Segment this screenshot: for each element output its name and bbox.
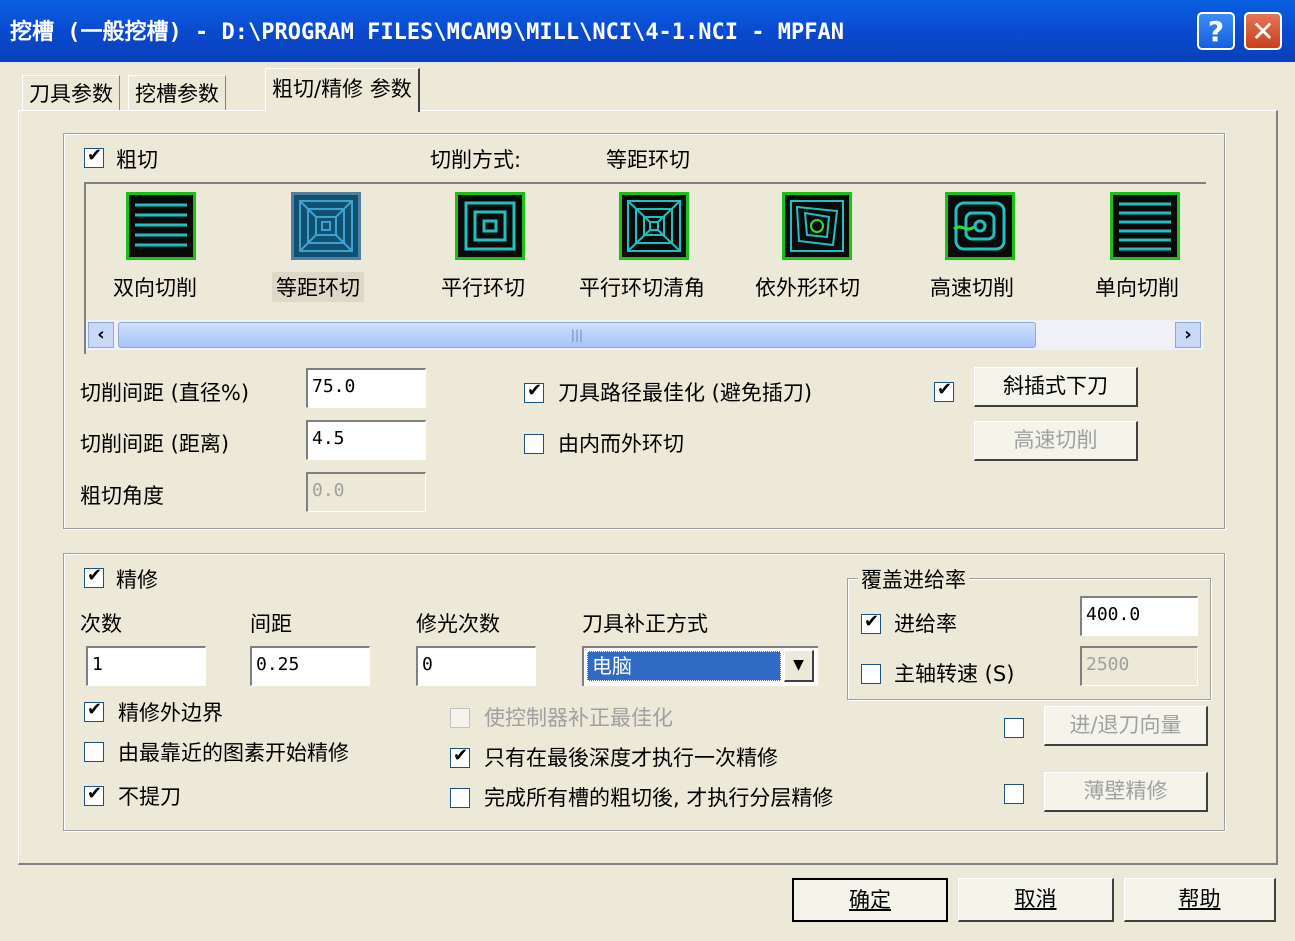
- method-label-parallel-spiral[interactable]: 平行环切: [441, 272, 525, 302]
- rough-checkbox[interactable]: [84, 145, 104, 168]
- scroll-left-arrow-icon[interactable]: ‹: [88, 322, 114, 348]
- zigzag-icon[interactable]: [126, 192, 196, 260]
- spindle-speed-checkbox[interactable]: [861, 664, 881, 684]
- tab-rough-finish-params[interactable]: 粗切/精修 参数: [265, 68, 420, 112]
- lead-in-out-checkbox[interactable]: [1004, 718, 1024, 738]
- lead-in-out-button: 进/退刀向量: [1044, 706, 1208, 746]
- stepover-pct-label: 切削间距 (直径%): [80, 381, 250, 405]
- finish-passes-input[interactable]: 1: [86, 646, 206, 686]
- optimize-toolpath-checkbox[interactable]: [524, 380, 544, 403]
- spindle-speed-label: 主轴转速 (S): [894, 662, 1015, 686]
- start-nearest-entity-checkbox[interactable]: [84, 742, 104, 762]
- helix-entry-checkbox[interactable]: [934, 379, 954, 402]
- spindle-speed-input: 2500: [1080, 646, 1198, 686]
- feed-rate-input[interactable]: 400.0: [1080, 596, 1198, 636]
- scroll-thumb[interactable]: |||: [118, 322, 1036, 348]
- inside-out-label: 由内而外环切: [558, 432, 684, 456]
- stepover-pct-input[interactable]: 75.0: [306, 368, 426, 408]
- cut-method-label: 切削方式:: [430, 148, 522, 172]
- close-button[interactable]: ✕: [1244, 12, 1282, 50]
- finish-outer-boundary-label: 精修外边界: [118, 701, 223, 725]
- high-speed-button: 高速切削: [974, 421, 1138, 461]
- optimize-controller-comp-label: 使控制器补正最佳化: [484, 706, 673, 730]
- constant-overlap-spiral-icon[interactable]: [291, 192, 361, 260]
- finish-after-rough-label: 完成所有槽的粗切後, 才执行分层精修: [484, 786, 834, 810]
- tab-pocket-params[interactable]: 挖槽参数: [128, 75, 226, 111]
- method-label-parallel-clean[interactable]: 平行环切清角: [579, 272, 705, 302]
- ok-button[interactable]: 确定: [792, 878, 948, 922]
- scroll-right-arrow-icon[interactable]: ›: [1175, 322, 1201, 348]
- morph-spiral-icon[interactable]: [782, 192, 852, 260]
- dropdown-arrow-icon[interactable]: ▼: [784, 650, 814, 682]
- finish-outer-boundary-checkbox[interactable]: [84, 699, 104, 722]
- finish-after-rough-checkbox[interactable]: [450, 788, 470, 808]
- cancel-button[interactable]: 取消: [958, 878, 1114, 922]
- spring-passes-input[interactable]: 0: [416, 646, 536, 686]
- one-way-icon[interactable]: [1110, 192, 1180, 260]
- cut-method-value: 等距环切: [606, 148, 690, 172]
- keep-tool-down-checkbox[interactable]: [84, 783, 104, 806]
- method-label-constant-overlap[interactable]: 等距环切: [272, 272, 364, 302]
- finish-checkbox[interactable]: [84, 565, 104, 588]
- override-feed-title: 覆盖进给率: [858, 564, 969, 594]
- spring-passes-label: 修光次数: [416, 612, 500, 636]
- cutter-comp-label: 刀具补正方式: [582, 612, 708, 636]
- finish-passes-label: 次数: [80, 612, 122, 636]
- rough-angle-input: 0.0: [306, 472, 426, 512]
- rough-angle-label: 粗切角度: [80, 484, 164, 508]
- parallel-spiral-icon[interactable]: [455, 192, 525, 260]
- pocket-dialog: 挖槽 (一般挖槽) - D:\PROGRAM FILES\MCAM9\MILL\…: [0, 0, 1295, 941]
- start-nearest-entity-label: 由最靠近的图素开始精修: [118, 741, 349, 765]
- keep-tool-down-label: 不提刀: [118, 785, 181, 809]
- optimize-controller-comp-checkbox: [450, 708, 470, 728]
- stepover-dist-label: 切削间距 (距离): [80, 432, 230, 456]
- high-speed-icon[interactable]: [945, 192, 1015, 260]
- final-depth-only-checkbox[interactable]: [450, 745, 470, 768]
- window-title: 挖槽 (一般挖槽) - D:\PROGRAM FILES\MCAM9\MILL\…: [10, 20, 844, 45]
- thin-wall-checkbox[interactable]: [1004, 784, 1024, 804]
- finish-spacing-input[interactable]: 0.25: [250, 646, 370, 686]
- cutter-comp-select[interactable]: 电脑 ▼: [582, 646, 818, 686]
- optimize-toolpath-label: 刀具路径最佳化 (避免插刀): [558, 381, 813, 405]
- method-label-morph-spiral[interactable]: 依外形环切: [755, 272, 860, 302]
- help-button[interactable]: 帮助: [1124, 878, 1276, 922]
- final-depth-only-label: 只有在最後深度才执行一次精修: [484, 746, 778, 770]
- stepover-dist-input[interactable]: 4.5: [306, 420, 426, 460]
- finish-label: 精修: [116, 568, 158, 592]
- inside-out-checkbox[interactable]: [524, 434, 544, 454]
- finish-spacing-label: 间距: [250, 612, 292, 636]
- parallel-spiral-clean-corners-icon[interactable]: [619, 192, 689, 260]
- feed-rate-checkbox[interactable]: [861, 611, 881, 634]
- method-label-one-way[interactable]: 单向切削: [1095, 272, 1179, 302]
- method-label-high-speed[interactable]: 高速切削: [930, 272, 1014, 302]
- rough-label: 粗切: [116, 148, 158, 172]
- thin-wall-button: 薄壁精修: [1044, 772, 1208, 812]
- help-title-button[interactable]: ?: [1197, 12, 1235, 50]
- method-label-zigzag[interactable]: 双向切削: [113, 272, 197, 302]
- helix-entry-button[interactable]: 斜插式下刀: [974, 367, 1138, 407]
- cutter-comp-value: 电脑: [587, 651, 781, 681]
- tab-tool-params[interactable]: 刀具参数: [22, 75, 120, 111]
- title-bar[interactable]: 挖槽 (一般挖槽) - D:\PROGRAM FILES\MCAM9\MILL\…: [0, 0, 1295, 62]
- feed-rate-label: 进给率: [894, 612, 957, 636]
